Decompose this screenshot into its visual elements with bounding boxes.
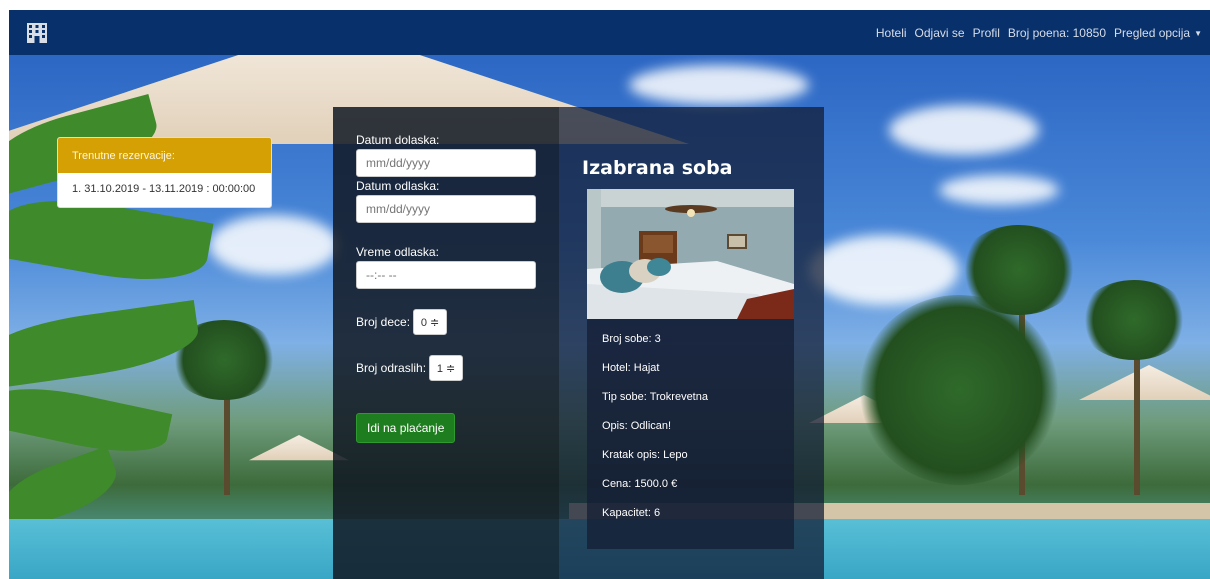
departure-time-label: Vreme odlaska: [356,245,439,259]
booking-form-panel: Datum dolaska: Datum odlaska: Vreme odla… [333,107,559,579]
selected-room-title: Izabrana soba [582,157,733,179]
reservations-header: Trenutne rezervacije: [58,138,271,173]
nav-link-profile[interactable]: Profil [973,26,1000,40]
children-stepper[interactable]: 0 ≑ [413,309,448,335]
room-hotel: Hotel: Hajat [602,362,660,374]
room-details-list: Broj sobe: 3 Hotel: Hajat Tip sobe: Trok… [587,319,794,534]
arrival-date-input[interactable] [356,149,536,177]
cloud [889,105,1039,155]
leaf [9,376,173,464]
cloud [209,215,339,275]
nav-dropdown-options-label: Pregled opcija [1114,25,1191,40]
arrival-date-label: Datum dolaska: [356,133,440,147]
nav-links: Hoteli Odjavi se Profil Broj poena: 1085… [876,26,1202,40]
room-short-description: Kratak opis: Lepo [602,449,688,461]
nav-link-points[interactable]: Broj poena: 10850 [1008,26,1106,40]
children-label: Broj dece: [356,315,411,329]
children-row: Broj dece: 0 ≑ [356,309,536,335]
room-description: Opis: Odlican! [602,420,672,432]
room-type: Tip sobe: Trokrevetna [602,391,708,403]
hotel-building-icon[interactable] [25,22,49,44]
departure-date-label: Datum odlaska: [356,179,440,193]
adults-label: Broj odraslih: [356,361,427,375]
umbrella [1079,365,1210,400]
palm-crown [1079,280,1189,360]
reservations-card: Trenutne rezervacije: 1. 31.10.2019 - 13… [57,137,272,208]
navbar: Hoteli Odjavi se Profil Broj poena: 1085… [9,10,1210,55]
palm-crown [859,295,1059,485]
caret-down-icon: ▼ [1194,28,1202,38]
nav-dropdown-options[interactable]: Pregled opcija ▼ [1114,26,1202,40]
nav-link-logout[interactable]: Odjavi se [915,26,965,40]
cloud [939,175,1059,205]
room-number: Broj sobe: 3 [602,333,661,345]
room-price: Cena: 1500.0 € [602,478,678,490]
cloud [809,235,959,305]
go-to-payment-button[interactable]: Idi na plaćanje [356,413,456,443]
adults-stepper[interactable]: 1 ≑ [429,355,464,381]
selected-room-panel: Izabrana soba Broj sobe: 3 Hotel: Hajat … [559,107,824,579]
room-photo [587,189,794,319]
adults-row: Broj odraslih: 1 ≑ [356,355,536,381]
brand-logo-svg [27,22,47,43]
nav-link-hotels[interactable]: Hoteli [876,26,907,40]
cloud [629,65,809,105]
room-photo-svg [587,189,794,319]
submit-row: Idi na plaćanje [356,413,536,443]
room-card: Broj sobe: 3 Hotel: Hajat Tip sobe: Trok… [587,189,794,549]
departure-time-input[interactable] [356,261,536,289]
reservation-item[interactable]: 1. 31.10.2019 - 13.11.2019 : 00:00:00 [58,173,271,205]
room-capacity: Kapacitet: 6 [602,507,661,519]
departure-date-input[interactable] [356,195,536,223]
